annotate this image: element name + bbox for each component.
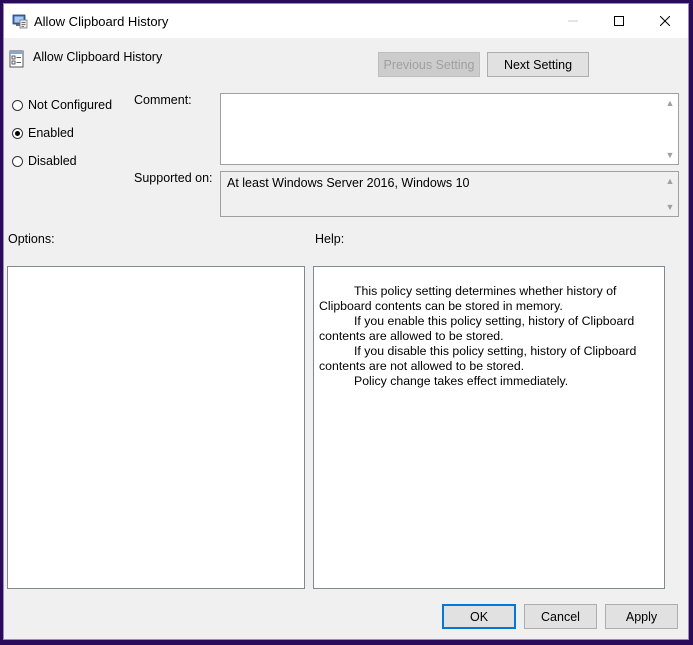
- radio-enabled[interactable]: Enabled: [12, 126, 74, 140]
- scroll-down-icon[interactable]: ▼: [662, 147, 678, 163]
- scroll-up-icon[interactable]: ▲: [662, 95, 678, 111]
- radio-not-configured-circle[interactable]: [12, 99, 23, 111]
- help-line: contents are not allowed to be stored.: [319, 359, 525, 373]
- help-line: Clipboard contents can be stored in memo…: [319, 299, 563, 313]
- comment-textarea[interactable]: ▲ ▼: [220, 93, 679, 165]
- help-panel[interactable]: This policy setting determines whether h…: [313, 266, 665, 589]
- options-panel[interactable]: [7, 266, 305, 589]
- radio-not-configured[interactable]: Not Configured: [12, 98, 112, 112]
- scroll-down-icon[interactable]: ▼: [662, 199, 678, 215]
- cancel-button[interactable]: Cancel: [524, 604, 597, 629]
- maximize-icon: [614, 16, 624, 26]
- scroll-up-icon[interactable]: ▲: [662, 173, 678, 189]
- radio-enabled-circle[interactable]: [12, 127, 23, 139]
- help-line: If you enable this policy setting, histo…: [354, 314, 635, 328]
- comment-scrollbar[interactable]: ▲ ▼: [662, 94, 678, 164]
- minimize-button[interactable]: [550, 4, 596, 38]
- maximize-button[interactable]: [596, 4, 642, 38]
- close-icon: [660, 16, 670, 26]
- window-title: Allow Clipboard History: [34, 14, 169, 29]
- help-line: contents are allowed to be stored.: [319, 329, 504, 343]
- help-text: This policy setting determines whether h…: [319, 284, 639, 389]
- supported-on-value: At least Windows Server 2016, Windows 10: [227, 176, 470, 190]
- policy-dialog: Allow Clipboard History Allow Clipboard …: [3, 3, 689, 640]
- close-button[interactable]: [642, 4, 688, 38]
- help-label: Help:: [315, 232, 345, 246]
- policy-setting-icon: [9, 50, 24, 68]
- minimize-icon: [568, 20, 578, 22]
- radio-not-configured-label: Not Configured: [28, 98, 113, 112]
- setting-title: Allow Clipboard History: [33, 50, 163, 64]
- options-label: Options:: [8, 232, 55, 246]
- comment-label: Comment:: [134, 93, 192, 107]
- previous-setting-button[interactable]: Previous Setting: [378, 52, 480, 77]
- supported-on-label: Supported on:: [134, 171, 213, 185]
- help-line: If you disable this policy setting, hist…: [354, 344, 637, 358]
- next-setting-button[interactable]: Next Setting: [487, 52, 589, 77]
- apply-button[interactable]: Apply: [605, 604, 678, 629]
- radio-disabled[interactable]: Disabled: [12, 154, 77, 168]
- help-line: This policy setting determines whether h…: [354, 284, 617, 298]
- help-line: Policy change takes effect immediately.: [354, 374, 569, 388]
- radio-disabled-circle[interactable]: [12, 155, 23, 167]
- radio-disabled-label: Disabled: [28, 154, 77, 168]
- radio-enabled-label: Enabled: [28, 126, 74, 140]
- ok-button[interactable]: OK: [442, 604, 516, 629]
- supported-on-field: At least Windows Server 2016, Windows 10…: [220, 171, 679, 217]
- policy-app-icon: [12, 14, 28, 29]
- supported-scrollbar[interactable]: ▲ ▼: [662, 172, 678, 216]
- title-bar: Allow Clipboard History: [4, 4, 688, 38]
